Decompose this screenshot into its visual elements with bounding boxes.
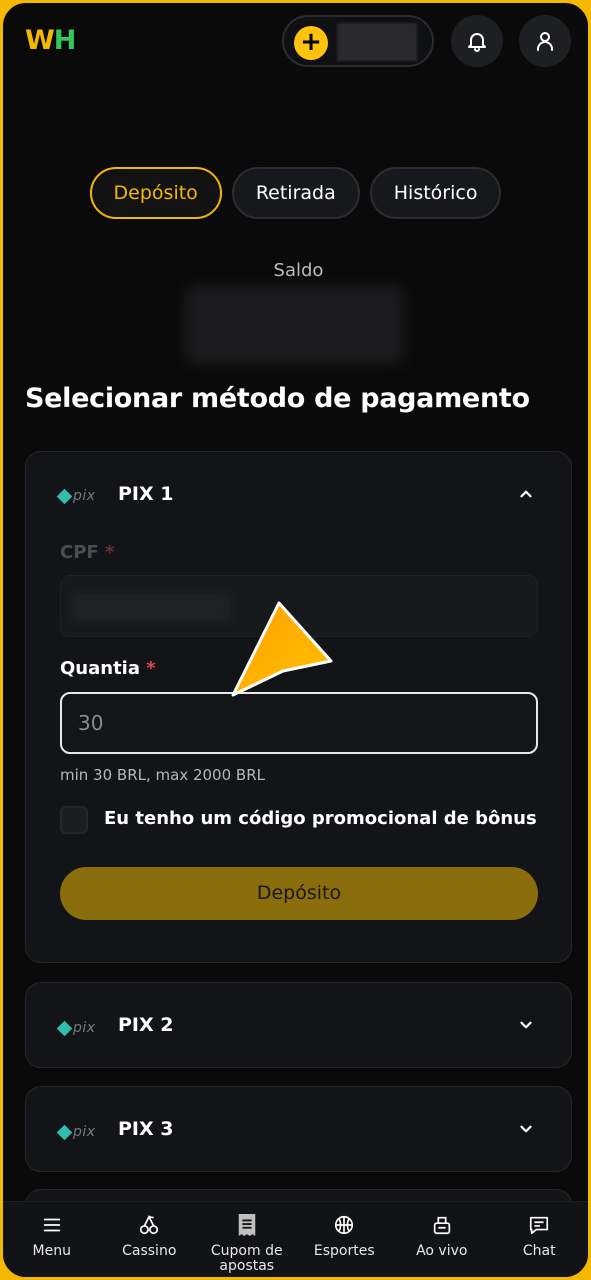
balance-pill[interactable]: +: [282, 15, 434, 67]
nav-item-chat[interactable]: Chat: [494, 1202, 584, 1277]
pix-diamond-icon: [56, 1020, 73, 1036]
payment-method-title: PIX 1: [118, 483, 174, 505]
nav-label: Cassino: [122, 1243, 177, 1259]
tab-retirada[interactable]: Retirada: [231, 167, 360, 219]
amount-hint: min 30 BRL, max 2000 BRL: [60, 766, 265, 784]
payment-method-card[interactable]: pix PIX 2: [25, 982, 572, 1068]
notifications-button[interactable]: [451, 15, 503, 67]
nav-item-ao-vivo[interactable]: Ao vivo: [397, 1202, 487, 1277]
nav-label: Esportes: [313, 1243, 375, 1259]
user-icon: [537, 32, 553, 51]
required-mark: *: [104, 542, 115, 563]
menu-icon: [7, 1210, 97, 1240]
pix-diamond-icon: [56, 488, 73, 504]
payment-method-header[interactable]: pix PIX 1: [26, 452, 571, 536]
pix-logo: pix: [56, 1124, 96, 1140]
payment-method-card[interactable]: pix PIX 3: [25, 1086, 572, 1172]
wallet-tabs: Depósito Retirada Histórico: [3, 167, 588, 219]
logo[interactable]: WH: [25, 25, 77, 56]
nav-item-menu[interactable]: Menu: [7, 1202, 97, 1277]
pix-logo-text: pix: [73, 488, 96, 504]
deposit-submit-button[interactable]: Depósito: [60, 867, 538, 920]
tab-deposito[interactable]: Depósito: [89, 167, 222, 219]
nav-item-cupom[interactable]: Cupom de apostas: [202, 1202, 292, 1277]
logo-h: H: [53, 25, 77, 56]
profile-button[interactable]: [519, 15, 571, 67]
nav-label: Cupom de apostas: [210, 1243, 283, 1274]
bottom-navigation: Menu Cassino Cupom de apostas Esportes A…: [3, 1201, 588, 1277]
tab-historico[interactable]: Histórico: [369, 167, 502, 219]
pix-logo-text: pix: [73, 1124, 96, 1140]
section-title: Selecionar método de pagamento: [25, 383, 530, 414]
balance-amount-redacted: [185, 285, 405, 365]
amount-label: Quantia *: [60, 658, 156, 679]
nav-label: Chat: [522, 1243, 556, 1259]
bell-icon: [468, 33, 486, 52]
receipt-icon: [202, 1210, 292, 1240]
payment-method-title: PIX 2: [118, 1014, 174, 1036]
cpf-label-text: CPF: [60, 542, 99, 563]
chevron-down-icon[interactable]: [517, 1120, 535, 1138]
pix-logo: pix: [56, 1020, 96, 1036]
nav-label: Ao vivo: [416, 1243, 468, 1259]
pix-diamond-icon: [56, 1124, 73, 1140]
cpf-label: CPF *: [60, 542, 114, 563]
payment-method-card: pix PIX 1 CPF * Quantia * 30 min 30 BRL,…: [25, 451, 572, 963]
chevron-up-icon[interactable]: [517, 485, 535, 503]
live-icon: [397, 1210, 487, 1240]
logo-w: W: [25, 25, 55, 56]
cherries-icon: [104, 1210, 194, 1240]
app-frame: WH + Depósito Retirada Histórico Saldo S…: [0, 0, 591, 1280]
promo-checkbox-label[interactable]: Eu tenho um código promocional de bônus: [104, 808, 537, 829]
nav-item-cassino[interactable]: Cassino: [104, 1202, 194, 1277]
balance-value-redacted: [337, 23, 417, 61]
balance-label: Saldo: [273, 260, 324, 281]
basketball-icon: [299, 1210, 389, 1240]
required-mark: *: [146, 658, 156, 679]
cursor-pointer-icon: [231, 601, 333, 697]
pix-logo: pix: [56, 488, 96, 504]
chevron-down-icon[interactable]: [517, 1016, 535, 1034]
payment-method-title: PIX 3: [118, 1118, 174, 1140]
pix-logo-text: pix: [73, 1020, 96, 1036]
cpf-value-redacted: [71, 592, 231, 622]
amount-label-text: Quantia: [60, 658, 140, 679]
promo-checkbox[interactable]: [60, 806, 88, 834]
chat-icon: [494, 1210, 584, 1240]
nav-item-esportes[interactable]: Esportes: [299, 1202, 389, 1277]
nav-label: Menu: [32, 1243, 71, 1259]
add-funds-button[interactable]: +: [294, 26, 328, 60]
